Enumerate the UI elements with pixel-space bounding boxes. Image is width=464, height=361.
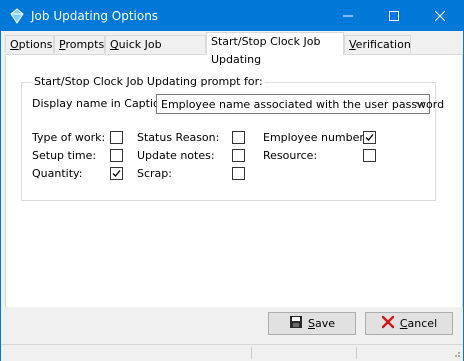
- cancel-label: ancel: [407, 317, 438, 330]
- maximize-button[interactable]: [371, 1, 417, 31]
- app-icon: [9, 8, 25, 24]
- save-button[interactable]: Save: [268, 312, 356, 335]
- quantity-label: Quantity:: [32, 167, 83, 180]
- tab-page: Start/Stop Clock Job Updating prompt for…: [5, 54, 463, 308]
- scrap-label: Scrap:: [137, 167, 172, 180]
- update-notes-checkbox[interactable]: [232, 149, 245, 162]
- type-of-work-label: Type of work:: [32, 131, 106, 144]
- tab-hotkey: O: [10, 38, 19, 51]
- tab-start-stop-clock-job-updating[interactable]: Start/Stop Clock Job Updating: [206, 32, 344, 66]
- group-label: Start/Stop Clock Job Updating prompt for…: [32, 75, 265, 88]
- cancel-hotkey: C: [399, 317, 408, 330]
- tab-label: erification: [355, 38, 411, 51]
- tab-label: rompts: [65, 38, 105, 51]
- minimize-icon: [343, 15, 353, 17]
- resource-checkbox[interactable]: [363, 149, 376, 162]
- status-bar: [1, 344, 463, 361]
- caption-select-value: Employee name associated with the user p…: [161, 98, 445, 111]
- resource-label: Resource:: [263, 149, 318, 162]
- window-title: Job Updating Options: [31, 9, 159, 23]
- close-icon: [435, 11, 445, 21]
- caption-select[interactable]: Employee name associated with the user p…: [156, 94, 444, 114]
- chevron-down-icon: [413, 97, 427, 111]
- status-reason-label: Status Reason:: [137, 131, 220, 144]
- close-button[interactable]: [417, 1, 463, 31]
- cancel-button[interactable]: Cancel: [365, 312, 453, 335]
- prompt-group-box: Start/Stop Clock Job Updating prompt for…: [21, 75, 444, 201]
- status-reason-checkbox[interactable]: [232, 131, 245, 144]
- tab-prompts[interactable]: Prompts: [54, 35, 105, 53]
- save-hotkey: S: [307, 317, 315, 330]
- type-of-work-checkbox[interactable]: [110, 131, 123, 144]
- check-icon: [365, 134, 374, 141]
- employee-number-checkbox[interactable]: [363, 131, 376, 144]
- tab-label: ptions: [18, 38, 53, 51]
- tab-verification[interactable]: Verification: [344, 35, 411, 53]
- employee-number-label: Employee number:: [263, 131, 368, 144]
- tab-options[interactable]: Options: [5, 35, 54, 53]
- minimize-button[interactable]: [325, 1, 371, 31]
- check-icon: [112, 170, 121, 177]
- tab-strip: Options Prompts Quick Job Updating Start…: [1, 32, 463, 69]
- status-divider: [251, 347, 252, 359]
- tab-hotkey: V: [349, 38, 356, 51]
- dialog-window: Job Updating Options Options Prompts Qui…: [0, 0, 464, 361]
- scrap-checkbox[interactable]: [232, 167, 245, 180]
- resize-grip-icon[interactable]: [451, 348, 461, 361]
- setup-time-checkbox[interactable]: [110, 149, 123, 162]
- title-bar[interactable]: Job Updating Options: [1, 1, 463, 31]
- tab-hotkey: Q: [110, 38, 119, 51]
- floppy-disk-icon: [289, 315, 303, 332]
- save-label: ave: [314, 317, 335, 330]
- maximize-icon: [389, 11, 399, 21]
- status-divider: [356, 347, 357, 359]
- quantity-checkbox[interactable]: [110, 167, 123, 180]
- update-notes-label: Update notes:: [137, 149, 215, 162]
- caption-label: Display name in Caption:: [32, 97, 171, 110]
- red-x-icon: [381, 315, 395, 332]
- setup-time-label: Setup time:: [32, 149, 97, 162]
- tab-quick-job-updating[interactable]: Quick Job Updating: [105, 35, 206, 69]
